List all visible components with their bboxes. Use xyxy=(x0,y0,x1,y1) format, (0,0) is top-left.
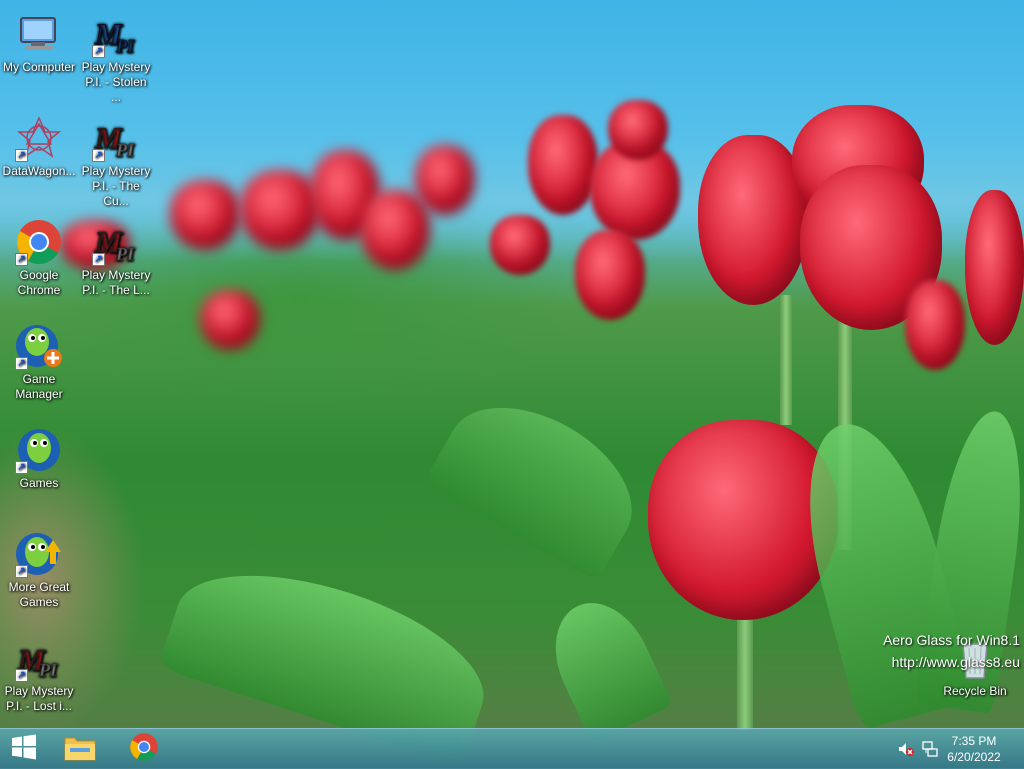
more-games-icon: ↗ xyxy=(15,530,63,578)
shortcut-arrow-icon: ↗ xyxy=(15,565,28,578)
aero-glass-watermark: Aero Glass for Win8.1 http://www.glass8.… xyxy=(883,629,1020,673)
mystery-pi-icon: M PI ↗ xyxy=(15,634,63,682)
shortcut-arrow-icon: ↗ xyxy=(15,669,28,682)
computer-icon xyxy=(15,10,63,58)
shortcut-arrow-icon: ↗ xyxy=(15,253,28,266)
desktop-icon-mystery-pi-cu[interactable]: M PI ↗ Play Mystery P.I. - The Cu... xyxy=(78,112,154,209)
desktop-icon-more-great-games[interactable]: ↗ More Great Games xyxy=(1,528,77,610)
taskbar: 7:35 PM 6/20/2022 xyxy=(0,728,1024,769)
shortcut-arrow-icon: ↗ xyxy=(15,357,28,370)
desktop-icon-mystery-pi-stolen[interactable]: M PI ↗ Play Mystery P.I. - Stolen ... xyxy=(78,8,154,105)
mystery-pi-icon: M PI ↗ xyxy=(92,218,140,266)
desktop-icon-label: My Computer xyxy=(2,60,76,74)
volume-muted-icon[interactable] xyxy=(898,741,914,757)
svg-text:PI: PI xyxy=(38,660,58,680)
desktop-icon-label: Recycle Bin xyxy=(943,684,1007,698)
taskbar-file-explorer[interactable] xyxy=(60,733,100,765)
desktop-icon-label: Play Mystery P.I. - Stolen ... xyxy=(81,60,151,104)
desktop-icon-mystery-pi-l[interactable]: M PI ↗ Play Mystery P.I. - The L... xyxy=(78,216,154,298)
mystery-pi-icon: M PI ↗ xyxy=(92,114,140,162)
shortcut-arrow-icon: ↗ xyxy=(15,149,28,162)
desktop-icon-my-computer[interactable]: My Computer xyxy=(1,8,77,75)
desktop-icon-google-chrome[interactable]: ↗ Google Chrome xyxy=(1,216,77,298)
clock-date: 6/20/2022 xyxy=(947,750,1001,764)
desktop-icon-game-manager[interactable]: ↗ Game Manager xyxy=(1,320,77,402)
mystery-pi-icon: M PI ↗ xyxy=(92,10,140,58)
shortcut-arrow-icon: ↗ xyxy=(15,461,28,474)
datawagon-icon: ↗ xyxy=(15,114,63,162)
taskbar-chrome[interactable] xyxy=(124,732,164,767)
shortcut-arrow-icon: ↗ xyxy=(92,45,105,58)
desktop-icon-label: More Great Games xyxy=(8,580,70,609)
shortcut-arrow-icon: ↗ xyxy=(92,253,105,266)
game-manager-icon: ↗ xyxy=(15,322,63,370)
desktop-icon-label: Play Mystery P.I. - The Cu... xyxy=(81,164,151,208)
taskbar-clock[interactable]: 7:35 PM 6/20/2022 xyxy=(938,733,1010,765)
svg-text:PI: PI xyxy=(115,140,135,160)
desktop-icon-label: DataWagon... xyxy=(2,164,76,178)
chrome-icon: ↗ xyxy=(15,218,63,266)
games-icon: ↗ xyxy=(15,426,63,474)
desktop-icon-label: Play Mystery P.I. - The L... xyxy=(81,268,151,297)
desktop-icon-games[interactable]: ↗ Games xyxy=(1,424,77,491)
chrome-icon xyxy=(129,732,159,767)
desktop-icon-datawagon[interactable]: ↗ DataWagon... xyxy=(1,112,77,179)
desktop-icon-label: Google Chrome xyxy=(17,268,61,297)
clock-time: 7:35 PM xyxy=(951,734,997,748)
start-button[interactable] xyxy=(4,733,44,765)
svg-text:PI: PI xyxy=(115,36,135,56)
network-icon[interactable] xyxy=(922,741,938,757)
svg-text:PI: PI xyxy=(115,244,135,264)
watermark-url: http://www.glass8.eu xyxy=(891,654,1020,670)
desktop-icon-label: Play Mystery P.I. - Lost i... xyxy=(4,684,74,713)
windows-start-icon xyxy=(10,733,38,766)
file-explorer-icon xyxy=(64,732,96,767)
desktop-icon-label: Game Manager xyxy=(15,372,63,401)
watermark-title: Aero Glass for Win8.1 xyxy=(883,632,1020,648)
desktop-icon-mystery-pi-lost[interactable]: M PI ↗ Play Mystery P.I. - Lost i... xyxy=(1,632,77,714)
shortcut-arrow-icon: ↗ xyxy=(92,149,105,162)
desktop-icon-label: Games xyxy=(19,476,59,490)
